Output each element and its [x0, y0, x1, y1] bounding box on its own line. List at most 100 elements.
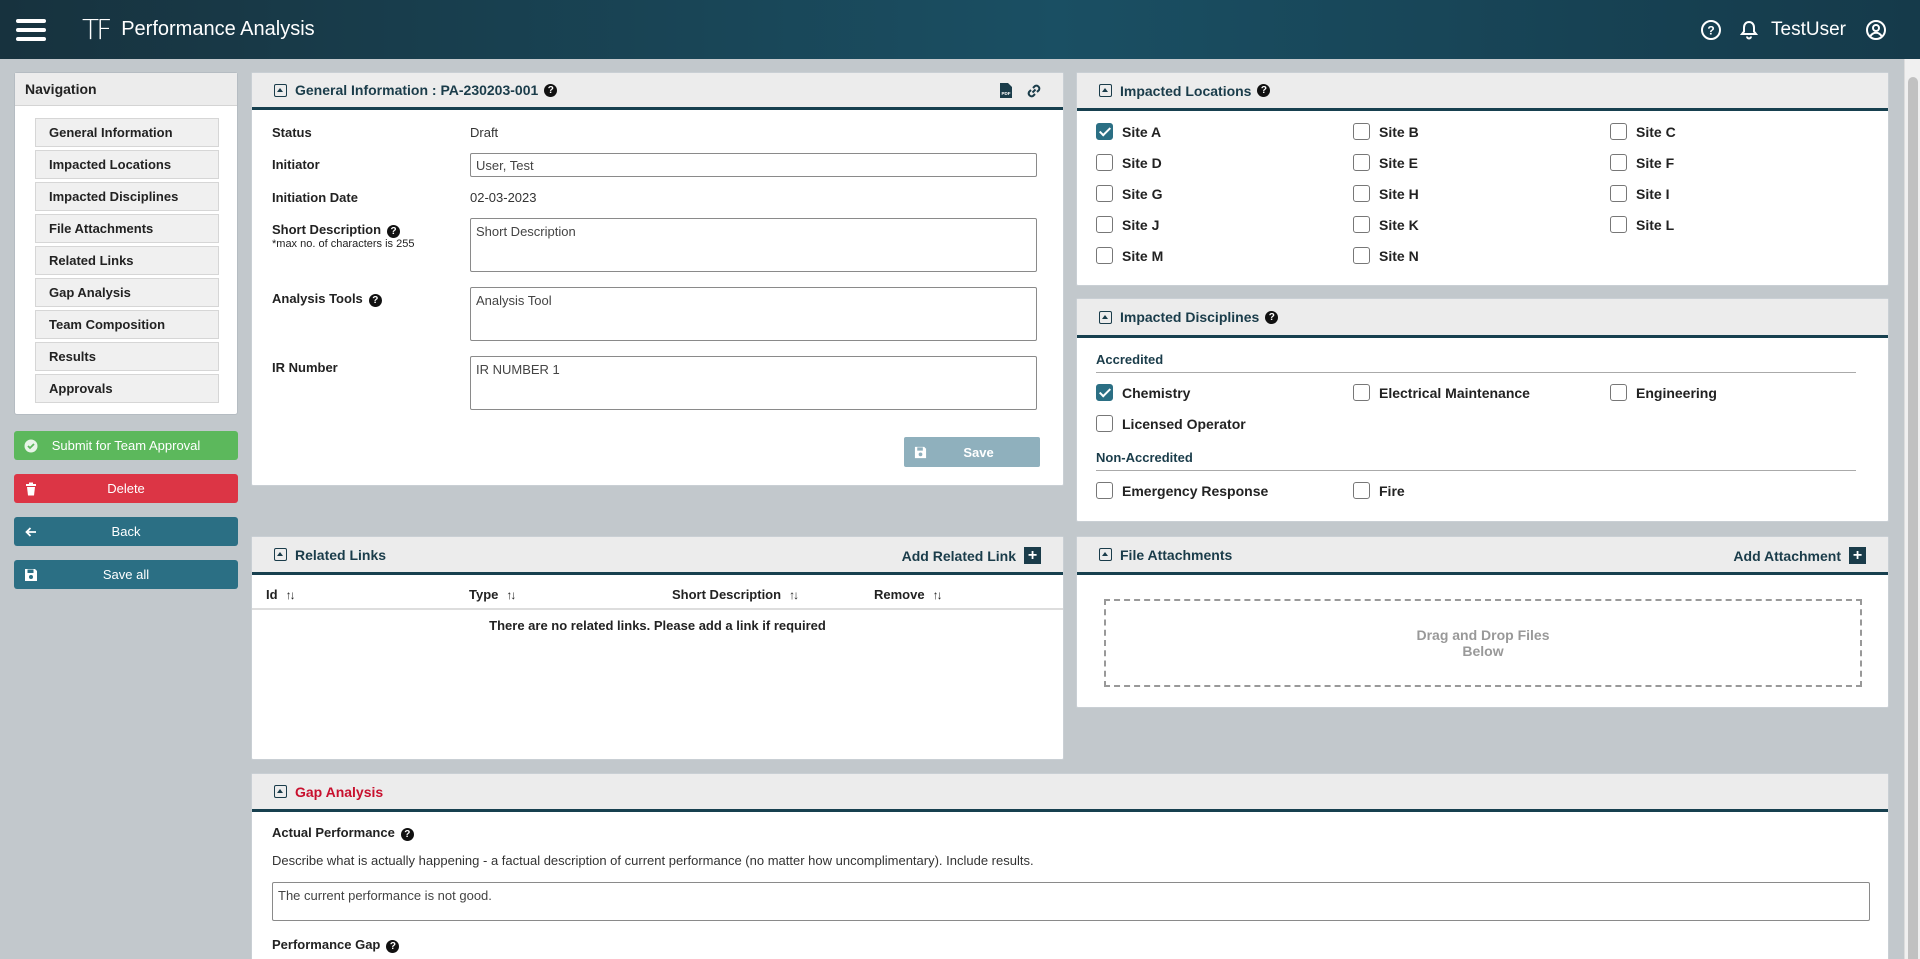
scrollbar-thumb[interactable] [1908, 77, 1918, 959]
checkbox-icon[interactable] [1610, 216, 1627, 233]
nav-item-results[interactable]: Results [35, 342, 219, 371]
checkbox-label: Site L [1636, 216, 1675, 233]
gap-analysis-card: Gap Analysis Actual Performance? Describ… [251, 773, 1889, 959]
menu-icon[interactable] [16, 18, 46, 41]
checkbox-icon[interactable] [1610, 384, 1627, 401]
initiator-field[interactable]: User, Test [470, 153, 1037, 177]
nav-item-file-attachments[interactable]: File Attachments [35, 214, 219, 243]
general-information-title: General Information : PA-230203-001 [295, 82, 539, 98]
checkbox-site-g[interactable]: Site G [1096, 185, 1162, 202]
collapse-icon[interactable] [274, 83, 287, 97]
checkbox-site-b[interactable]: Site B [1353, 123, 1419, 140]
checkbox-icon[interactable] [1610, 123, 1627, 140]
checkbox-emergency-response[interactable]: Emergency Response [1096, 482, 1268, 499]
checkbox-label: Site I [1636, 185, 1670, 202]
user-name[interactable]: TestUser [1771, 19, 1846, 41]
collapse-icon[interactable] [1099, 548, 1112, 561]
general-information-card: General Information : PA-230203-001 ? PD… [251, 72, 1064, 486]
help-icon[interactable]: ? [544, 83, 558, 97]
nav-item-related-links[interactable]: Related Links [35, 246, 219, 275]
help-icon[interactable]: ? [368, 294, 382, 307]
checkbox-site-m[interactable]: Site M [1096, 247, 1163, 264]
submit-team-approval-button[interactable]: Submit for Team Approval [14, 431, 238, 460]
checkbox-icon[interactable] [1096, 482, 1113, 499]
checkbox-site-k[interactable]: Site K [1353, 216, 1419, 233]
non-accredited-heading: Non-Accredited [1096, 450, 1193, 465]
column-header-short-description[interactable]: Short Description ↑↓ [672, 587, 799, 602]
nav-item-team-composition[interactable]: Team Composition [35, 310, 219, 339]
checkbox-icon[interactable] [1096, 154, 1113, 171]
nav-item-approvals[interactable]: Approvals [35, 374, 219, 403]
collapse-icon[interactable] [1099, 84, 1112, 97]
back-button[interactable]: Back [14, 517, 238, 546]
checkbox-site-f[interactable]: Site F [1610, 154, 1674, 171]
checkbox-engineering[interactable]: Engineering [1610, 384, 1717, 401]
collapse-icon[interactable] [274, 548, 287, 561]
nav-item-general-information[interactable]: General Information [35, 118, 219, 147]
nav-item-gap-analysis[interactable]: Gap Analysis [35, 278, 219, 307]
checkbox-icon[interactable] [1353, 185, 1370, 202]
analysis-tools-field[interactable]: Analysis Tool [470, 287, 1037, 341]
page-scrollbar[interactable] [1904, 59, 1920, 959]
checkbox-icon[interactable] [1353, 216, 1370, 233]
checkbox-icon[interactable] [1096, 216, 1113, 233]
checkbox-site-a[interactable]: Site A [1096, 123, 1161, 140]
column-header-id[interactable]: Id ↑↓ [266, 587, 296, 602]
checkbox-label: Site K [1379, 216, 1419, 233]
checkbox-icon[interactable] [1610, 185, 1627, 202]
checkbox-icon[interactable] [1096, 415, 1113, 432]
actual-performance-field[interactable]: The current performance is not good. [272, 882, 1870, 921]
checkbox-icon[interactable] [1096, 247, 1113, 264]
collapse-icon[interactable] [274, 785, 287, 798]
file-drop-zone[interactable]: Drag and Drop Files Below [1104, 599, 1862, 687]
checkbox-site-l[interactable]: Site L [1610, 216, 1674, 233]
checkbox-icon[interactable] [1353, 123, 1370, 140]
checkbox-site-d[interactable]: Site D [1096, 154, 1162, 171]
bell-icon[interactable] [1737, 18, 1761, 42]
checkbox-licensed-operator[interactable]: Licensed Operator [1096, 415, 1246, 432]
checkbox-icon[interactable] [1353, 154, 1370, 171]
column-header-remove[interactable]: Remove ↑↓ [874, 587, 943, 602]
add-attachment-button[interactable]: Add Attachment + [1733, 547, 1866, 564]
save-all-button[interactable]: Save all [14, 560, 238, 589]
column-header-type[interactable]: Type ↑↓ [469, 587, 516, 602]
sort-icon: ↑↓ [932, 587, 943, 602]
plus-icon: + [1849, 547, 1866, 564]
divider [1096, 470, 1856, 471]
link-icon[interactable] [1025, 82, 1043, 100]
checkbox-site-e[interactable]: Site E [1353, 154, 1418, 171]
nav-item-impacted-locations[interactable]: Impacted Locations [35, 150, 219, 179]
checkbox-site-i[interactable]: Site I [1610, 185, 1669, 202]
checkbox-icon[interactable] [1353, 384, 1370, 401]
checkbox-site-h[interactable]: Site H [1353, 185, 1419, 202]
checkbox-electrical-maintenance[interactable]: Electrical Maintenance [1353, 384, 1530, 401]
checkbox-checked-icon[interactable] [1096, 123, 1113, 140]
delete-button[interactable]: Delete [14, 474, 238, 503]
checkbox-site-c[interactable]: Site C [1610, 123, 1676, 140]
accredited-heading: Accredited [1096, 352, 1164, 367]
checkbox-icon[interactable] [1353, 247, 1370, 264]
add-related-link-button[interactable]: Add Related Link + [902, 547, 1041, 564]
save-button[interactable]: Save [904, 437, 1040, 467]
checkbox-site-j[interactable]: Site J [1096, 216, 1159, 233]
help-icon[interactable]: ? [400, 828, 414, 841]
checkbox-checked-icon[interactable] [1096, 384, 1113, 401]
help-icon[interactable]: ? [387, 225, 401, 238]
collapse-icon[interactable] [1099, 310, 1112, 324]
user-avatar-icon[interactable] [1864, 18, 1888, 42]
checkbox-site-n[interactable]: Site N [1353, 247, 1419, 264]
checkbox-chemistry[interactable]: Chemistry [1096, 384, 1190, 401]
checkbox-fire[interactable]: Fire [1353, 482, 1405, 499]
checkbox-icon[interactable] [1096, 185, 1113, 202]
help-icon[interactable]: ? [1699, 18, 1723, 42]
short-description-field[interactable]: Short Description [470, 218, 1037, 272]
help-icon[interactable]: ? [1257, 84, 1271, 97]
checkbox-icon[interactable] [1610, 154, 1627, 171]
add-related-link-label: Add Related Link [901, 547, 1016, 564]
checkbox-icon[interactable] [1353, 482, 1370, 499]
help-icon[interactable]: ? [1265, 310, 1279, 324]
pdf-icon[interactable]: PDF [999, 82, 1013, 99]
nav-item-impacted-disciplines[interactable]: Impacted Disciplines [35, 182, 219, 211]
ir-number-field[interactable]: IR NUMBER 1 [470, 356, 1037, 410]
help-icon[interactable]: ? [386, 940, 400, 953]
